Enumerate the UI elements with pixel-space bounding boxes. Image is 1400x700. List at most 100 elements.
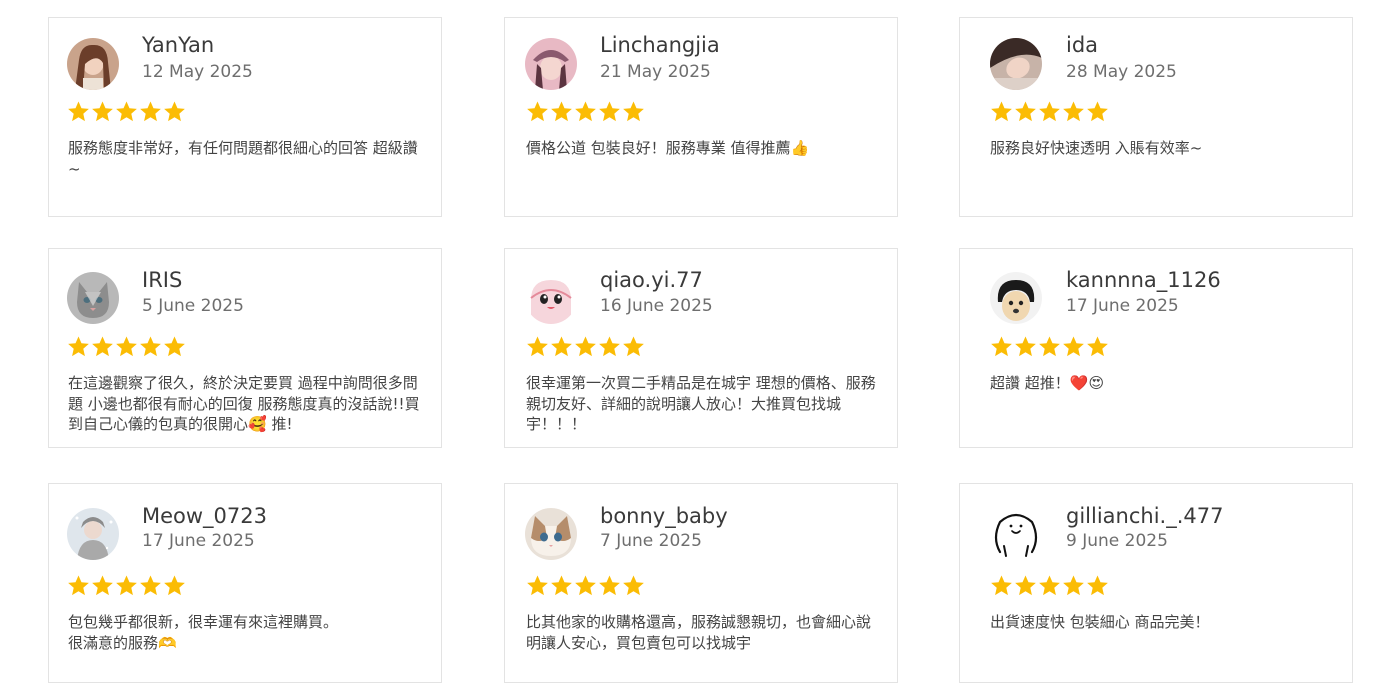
- reviewer-name[interactable]: YanYan: [142, 33, 214, 57]
- rating-stars: [990, 335, 1109, 365]
- reviewer-name[interactable]: Linchangjia: [600, 33, 720, 57]
- review-text: 在這邊觀察了很久，終於決定要買 過程中詢問很多問題 小邊也都很有耐心的回復 服務…: [68, 374, 420, 433]
- star-icon: [140, 336, 161, 357]
- star-icon: [1063, 336, 1084, 357]
- rating-stars: [67, 335, 186, 365]
- star-icon: [92, 336, 113, 357]
- review-text: 價格公道 包裝良好！服務專業 值得推薦👍: [526, 139, 810, 157]
- review-date: 9 June 2025: [1066, 531, 1168, 551]
- review-text: 出貨速度快 包裝細心 商品完美！: [990, 613, 1210, 631]
- rating-stars: [67, 574, 186, 604]
- star-icon: [164, 575, 185, 596]
- star-icon: [991, 336, 1012, 357]
- star-icon: [164, 101, 185, 122]
- review-date: 12 May 2025: [142, 62, 253, 82]
- star-icon: [527, 336, 548, 357]
- review-date: 28 May 2025: [1066, 62, 1177, 82]
- review-text: 服務態度非常好，有任何問題都很細心的回答 超級讚~: [68, 139, 418, 178]
- rating-stars: [990, 100, 1109, 130]
- review-card: YanYan 12 May 2025 服務態度非常好，有任何問題都很細心的回答 …: [48, 17, 442, 217]
- star-icon: [527, 575, 548, 596]
- star-icon: [1015, 101, 1036, 122]
- star-icon: [551, 336, 572, 357]
- review-date: 17 June 2025: [142, 531, 255, 551]
- star-icon: [116, 575, 137, 596]
- reviewer-name[interactable]: ida: [1066, 33, 1098, 57]
- star-icon: [68, 101, 89, 122]
- star-icon: [599, 336, 620, 357]
- woman-portrait-avatar[interactable]: [67, 38, 119, 90]
- star-icon: [92, 575, 113, 596]
- star-icon: [575, 575, 596, 596]
- review-text: 比其他家的收購格還高，服務誠懇親切，也會細心說明讓人安心，買包賣包可以找城宇: [526, 613, 872, 652]
- reviewer-name[interactable]: bonny_baby: [600, 504, 728, 528]
- review-text: 超讚 超推！❤️😍: [990, 374, 1105, 392]
- star-icon: [92, 101, 113, 122]
- review-date: 21 May 2025: [600, 62, 711, 82]
- reviews-grid: YanYan 12 May 2025 服務態度非常好，有任何問題都很細心的回答 …: [0, 0, 1400, 700]
- review-date: 5 June 2025: [142, 296, 244, 316]
- rating-stars: [526, 574, 645, 604]
- rating-stars: [526, 335, 645, 365]
- star-icon: [551, 101, 572, 122]
- review-card: gillianchi._.477 9 June 2025 出貨速度快 包裝細心 …: [959, 483, 1353, 683]
- star-icon: [991, 101, 1012, 122]
- doodle-face-avatar[interactable]: [990, 508, 1042, 560]
- star-icon: [116, 101, 137, 122]
- reviewer-name[interactable]: Meow_0723: [142, 504, 267, 528]
- review-card: qiao.yi.77 16 June 2025 很幸運第一次買二手精品是在城宇 …: [504, 248, 898, 448]
- star-icon: [623, 575, 644, 596]
- cartoon-character-avatar[interactable]: [525, 272, 577, 324]
- dog-avatar[interactable]: [990, 272, 1042, 324]
- star-icon: [575, 101, 596, 122]
- review-date: 17 June 2025: [1066, 296, 1179, 316]
- star-icon: [1087, 575, 1108, 596]
- woman-lying-avatar[interactable]: [990, 38, 1042, 90]
- star-icon: [1063, 101, 1084, 122]
- star-icon: [68, 575, 89, 596]
- review-card: ida 28 May 2025 服務良好快速透明 入賬有效率~: [959, 17, 1353, 217]
- reviewer-name[interactable]: IRIS: [142, 268, 182, 292]
- review-card: Meow_0723 17 June 2025 包包幾乎都很新，很幸運有來這裡購買…: [48, 483, 442, 683]
- star-icon: [623, 101, 644, 122]
- star-icon: [1087, 101, 1108, 122]
- star-icon: [1039, 101, 1060, 122]
- star-icon: [599, 101, 620, 122]
- review-text: 服務良好快速透明 入賬有效率~: [990, 139, 1203, 157]
- star-icon: [1087, 336, 1108, 357]
- review-text: 包包幾乎都很新，很幸運有來這裡購買。 很滿意的服務🫶: [68, 613, 339, 652]
- reviewer-name[interactable]: qiao.yi.77: [600, 268, 703, 292]
- review-date: 16 June 2025: [600, 296, 713, 316]
- star-icon: [116, 336, 137, 357]
- reviewer-name[interactable]: kannnna_1126: [1066, 268, 1221, 292]
- star-icon: [1039, 575, 1060, 596]
- review-card: bonny_baby 7 June 2025 比其他家的收購格還高，服務誠懇親切…: [504, 483, 898, 683]
- review-card: kannnna_1126 17 June 2025 超讚 超推！❤️😍: [959, 248, 1353, 448]
- reviewer-name[interactable]: gillianchi._.477: [1066, 504, 1223, 528]
- star-icon: [140, 575, 161, 596]
- star-icon: [164, 336, 185, 357]
- review-text: 很幸運第一次買二手精品是在城宇 理想的價格、服務親切友好、詳細的說明讓人放心！大…: [526, 374, 876, 433]
- star-icon: [68, 336, 89, 357]
- star-icon: [1015, 575, 1036, 596]
- star-icon: [1063, 575, 1084, 596]
- rating-stars: [67, 100, 186, 130]
- review-card: IRIS 5 June 2025 在這邊觀察了很久，終於決定要買 過程中詢問很多…: [48, 248, 442, 448]
- rating-stars: [990, 574, 1109, 604]
- review-card: Linchangjia 21 May 2025 價格公道 包裝良好！服務專業 值…: [504, 17, 898, 217]
- star-icon: [1039, 336, 1060, 357]
- woman-snow-avatar[interactable]: [67, 508, 119, 560]
- cat-avatar[interactable]: [67, 272, 119, 324]
- star-icon: [140, 101, 161, 122]
- star-icon: [1015, 336, 1036, 357]
- star-icon: [551, 575, 572, 596]
- rating-stars: [526, 100, 645, 130]
- star-icon: [991, 575, 1012, 596]
- star-icon: [527, 101, 548, 122]
- kitten-avatar[interactable]: [525, 508, 577, 560]
- woman-hat-avatar[interactable]: [525, 38, 577, 90]
- star-icon: [575, 336, 596, 357]
- star-icon: [623, 336, 644, 357]
- star-icon: [599, 575, 620, 596]
- review-date: 7 June 2025: [600, 531, 702, 551]
